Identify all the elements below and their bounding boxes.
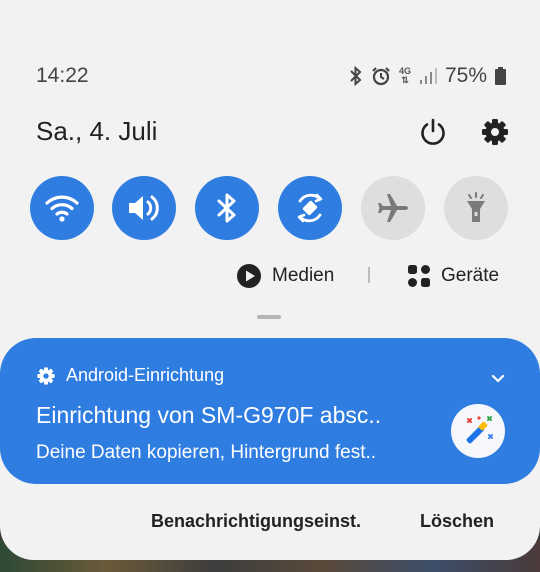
- notification-app-name: Android-Einrichtung: [66, 365, 225, 385]
- bluetooth-icon: [217, 193, 236, 223]
- clear-notifications-button[interactable]: Löschen: [420, 511, 494, 532]
- signal-icon: [419, 67, 437, 85]
- network-4g-icon: 4G ⇅: [398, 66, 411, 85]
- gear-icon: [482, 119, 508, 145]
- auto-rotate-icon: [297, 193, 323, 223]
- devices-label: Geräte: [441, 265, 500, 286]
- battery-percent: 75%: [444, 64, 487, 87]
- airplane-mode-toggle[interactable]: [361, 176, 425, 240]
- notification-card[interactable]: Android-Einrichtung Einrichtung von SM-G…: [0, 338, 540, 484]
- status-time: 14:22: [36, 64, 89, 87]
- devices-button[interactable]: Geräte: [407, 262, 499, 290]
- settings-button[interactable]: [480, 117, 510, 147]
- volume-icon: [129, 195, 159, 221]
- power-icon: [421, 118, 445, 145]
- bluetooth-toggle[interactable]: [195, 176, 259, 240]
- devices-grid-icon: [408, 265, 430, 287]
- notification-large-icon: [451, 404, 505, 458]
- gear-icon: [37, 366, 55, 385]
- alarm-icon: [371, 66, 391, 86]
- notification-expand-button[interactable]: [488, 368, 508, 388]
- auto-rotate-toggle[interactable]: [278, 176, 342, 240]
- bluetooth-icon: [349, 66, 363, 86]
- play-icon: [237, 264, 261, 288]
- battery-icon: [495, 67, 506, 85]
- notification-title: Einrichtung von SM-G970F absc..: [36, 402, 382, 428]
- airplane-icon: [378, 194, 408, 222]
- media-label: Medien: [272, 265, 335, 286]
- power-button[interactable]: [418, 117, 448, 147]
- chevron-down-icon: [491, 374, 505, 383]
- flashlight-icon: [467, 192, 485, 222]
- status-icons: 4G ⇅ 75%: [349, 64, 506, 88]
- date-label: Sa., 4. Juli: [36, 116, 158, 146]
- panel-drag-handle[interactable]: [257, 315, 281, 319]
- flashlight-toggle[interactable]: [444, 176, 508, 240]
- notification-panel: 14:22 4G ⇅ 75% Sa., 4. Juli Medien Gerät…: [0, 0, 540, 560]
- media-output-button[interactable]: Medien: [236, 262, 334, 290]
- wifi-toggle[interactable]: [30, 176, 94, 240]
- notification-settings-button[interactable]: Benachrichtigungseinst.: [151, 511, 361, 532]
- status-bar: 14:22 4G ⇅ 75%: [36, 64, 506, 88]
- sound-toggle[interactable]: [112, 176, 176, 240]
- magic-wand-icon: [466, 416, 493, 444]
- wifi-icon: [45, 195, 79, 222]
- row-divider: [368, 267, 370, 283]
- notification-app-header: Android-Einrichtung: [36, 365, 224, 386]
- notification-text: Deine Daten kopieren, Hintergrund fest..: [36, 442, 377, 463]
